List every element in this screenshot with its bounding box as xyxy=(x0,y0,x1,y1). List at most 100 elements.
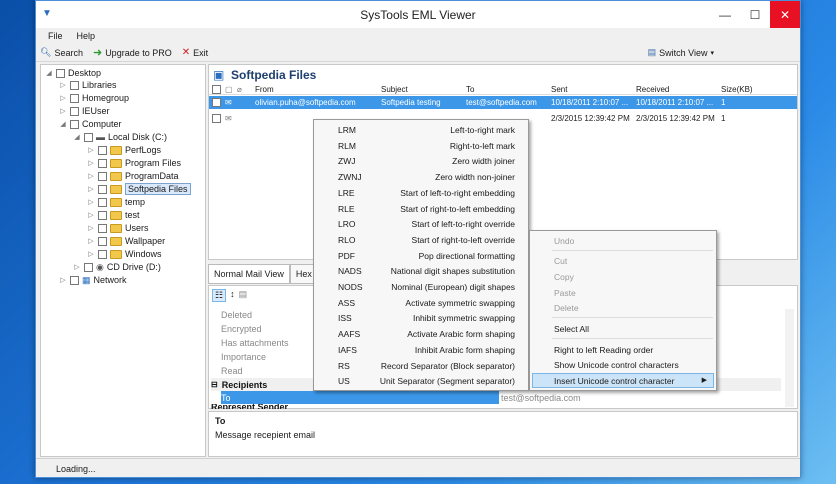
ucc-code: RS xyxy=(338,360,350,371)
tree-item-network[interactable]: ▷ ▦ Network xyxy=(59,274,127,286)
tree-checkbox[interactable] xyxy=(70,106,79,116)
tree-item-test[interactable]: ▷ test xyxy=(87,209,139,221)
menu-ucc-nods[interactable]: NODS Nominal (European) digit shapes xyxy=(314,279,528,294)
menu-undo[interactable]: Undo xyxy=(554,236,574,246)
menu-copy[interactable]: Copy xyxy=(554,272,574,282)
tree-item-homegroup[interactable]: ▷ Homegroup xyxy=(59,92,129,104)
tree-checkbox[interactable] xyxy=(98,197,107,207)
select-all-checkbox[interactable] xyxy=(212,85,221,94)
tree-checkbox[interactable] xyxy=(98,236,107,246)
row-checkbox[interactable] xyxy=(212,98,221,107)
menu-separator xyxy=(552,317,713,318)
menu-ucc-rs[interactable]: RS Record Separator (Block separator) xyxy=(314,358,528,373)
tab-normal-mail-view[interactable]: Normal Mail View xyxy=(208,264,290,284)
menu-ucc-zwnj[interactable]: ZWNJ Zero width non-joiner xyxy=(314,169,528,184)
network-icon: ▦ xyxy=(82,274,91,285)
tree-label: Wallpaper xyxy=(125,236,166,246)
col-sent[interactable]: Sent xyxy=(551,85,567,94)
menu-ucc-zwj[interactable]: ZWJ Zero width joiner xyxy=(314,153,528,168)
menu-file[interactable]: File xyxy=(48,31,63,41)
menu-ucc-rlm[interactable]: RLM Right-to-left mark xyxy=(314,138,528,153)
tree-checkbox[interactable] xyxy=(70,80,79,90)
close-button[interactable]: ✕ xyxy=(770,1,800,28)
tree-item-perflogs[interactable]: ▷ PerfLogs xyxy=(87,144,161,156)
menu-ucc-ass[interactable]: ASS Activate symmetric swapping xyxy=(314,295,528,310)
menu-paste[interactable]: Paste xyxy=(554,288,576,298)
menu-ucc-lre[interactable]: LRE Start of left-to-right embedding xyxy=(314,185,528,200)
cell-subject: Softpedia testing xyxy=(381,98,441,107)
prop-value-to[interactable]: test@softpedia.com xyxy=(501,391,701,404)
menu-ucc-aafs[interactable]: AAFS Activate Arabic form shaping xyxy=(314,326,528,341)
menu-cut[interactable]: Cut xyxy=(554,256,567,266)
menu-ucc-us[interactable]: US Unit Separator (Segment separator) xyxy=(314,373,528,388)
tree-item-softpedia-files[interactable]: ▷ Softpedia Files xyxy=(87,183,191,195)
tree-checkbox[interactable] xyxy=(98,184,107,194)
menu-ucc-nads[interactable]: NADS National digit shapes substitution xyxy=(314,263,528,278)
tree-item-cd-drive[interactable]: ▷ ◉ CD Drive (D:) xyxy=(73,261,161,273)
menu-ucc-rlo[interactable]: RLO Start of right-to-left override xyxy=(314,232,528,247)
tree-checkbox[interactable] xyxy=(98,171,107,181)
col-size[interactable]: Size(KB) xyxy=(721,85,753,94)
menu-show-ucc[interactable]: Show Unicode control characters xyxy=(554,360,679,370)
cell-sent: 10/18/2011 2:10:07 ... xyxy=(551,98,629,107)
menu-ucc-pdf[interactable]: PDF Pop directional formatting xyxy=(314,248,528,263)
tree-checkbox[interactable] xyxy=(98,210,107,220)
menu-rtl-reading[interactable]: Right to left Reading order xyxy=(554,345,653,355)
property-pages-icon[interactable]: ▤ xyxy=(239,289,248,302)
maximize-button[interactable]: ☐ xyxy=(740,1,770,28)
tree-checkbox[interactable] xyxy=(98,249,107,259)
prop-section-represent-sender[interactable]: Represent Sender xyxy=(211,404,771,409)
tree-item-windows[interactable]: ▷ Windows xyxy=(87,248,161,260)
tree-label: temp xyxy=(125,197,146,207)
tree-checkbox[interactable] xyxy=(98,223,107,233)
prop-row-to[interactable]: To xyxy=(221,391,499,404)
table-row[interactable]: ✉ olivian.puha@softpedia.com Softpedia t… xyxy=(209,96,797,109)
exit-button[interactable]: ✕ Exit xyxy=(182,47,208,58)
row-checkbox[interactable] xyxy=(212,114,221,123)
menu-ucc-lro[interactable]: LRO Start of left-to-right override xyxy=(314,216,528,231)
col-from[interactable]: From xyxy=(255,85,274,94)
menu-select-all[interactable]: Select All xyxy=(554,324,589,334)
tree-item-computer[interactable]: ◢ Computer xyxy=(59,118,121,130)
tree-item-ieuser[interactable]: ▷ IEUser xyxy=(59,105,109,117)
menu-help[interactable]: Help xyxy=(77,31,96,41)
tree-checkbox[interactable] xyxy=(70,93,79,103)
switch-view-button[interactable]: ▤ Switch View ▾ xyxy=(648,47,714,58)
tree-item-wallpaper[interactable]: ▷ Wallpaper xyxy=(87,235,165,247)
ucc-description: Zero width non-joiner xyxy=(435,172,515,183)
menu-ucc-lrm[interactable]: LRM Left-to-right mark xyxy=(314,122,528,137)
tree-item-temp[interactable]: ▷ temp xyxy=(87,196,145,208)
tree-checkbox[interactable] xyxy=(70,275,79,285)
tree-item-local-disk[interactable]: ◢ ▬ Local Disk (C:) xyxy=(73,131,167,143)
tree-checkbox[interactable] xyxy=(70,119,79,129)
menu-insert-ucc[interactable]: Insert Unicode control character ▶ xyxy=(532,373,714,388)
tree-item-programdata[interactable]: ▷ ProgramData xyxy=(87,170,178,182)
col-subject[interactable]: Subject xyxy=(381,85,408,94)
categorized-icon[interactable]: ☷ xyxy=(212,289,227,302)
tree-checkbox[interactable] xyxy=(84,262,93,272)
expand-icon: ▷ xyxy=(88,251,94,258)
tree-item-desktop[interactable]: ◢ Desktop xyxy=(45,67,101,79)
menu-ucc-iafs[interactable]: IAFS Inhibit Arabic form shaping xyxy=(314,342,528,357)
col-to[interactable]: To xyxy=(466,85,474,94)
search-button[interactable]: 🔍︎ Search xyxy=(40,47,83,58)
tree-item-libraries[interactable]: ▷ Libraries xyxy=(59,79,116,91)
tree-checkbox[interactable] xyxy=(98,145,107,155)
menu-ucc-rle[interactable]: RLE Start of right-to-left embedding xyxy=(314,201,528,216)
tree-item-program-files[interactable]: ▷ Program Files xyxy=(87,157,181,169)
sort-az-icon[interactable]: ↕ xyxy=(230,289,235,302)
tree-checkbox[interactable] xyxy=(56,68,65,78)
tree-checkbox[interactable] xyxy=(98,158,107,168)
column-header: ▢ ⌀ From Subject To Sent Received Size(K… xyxy=(209,84,797,95)
menu-ucc-iss[interactable]: ISS Inhibit symmetric swapping xyxy=(314,310,528,325)
tree-item-users[interactable]: ▷ Users xyxy=(87,222,148,234)
tree-checkbox[interactable] xyxy=(84,132,93,142)
collapse-icon: ◢ xyxy=(60,121,66,128)
ucc-description: Start of left-to-right override xyxy=(411,219,515,230)
properties-scrollbar[interactable] xyxy=(785,309,794,407)
col-received[interactable]: Received xyxy=(636,85,669,94)
minimize-button[interactable]: — xyxy=(710,1,740,28)
upgrade-button[interactable]: ➜ Upgrade to PRO xyxy=(93,46,172,59)
tree-label: Network xyxy=(93,275,127,285)
menu-delete[interactable]: Delete xyxy=(554,303,579,313)
